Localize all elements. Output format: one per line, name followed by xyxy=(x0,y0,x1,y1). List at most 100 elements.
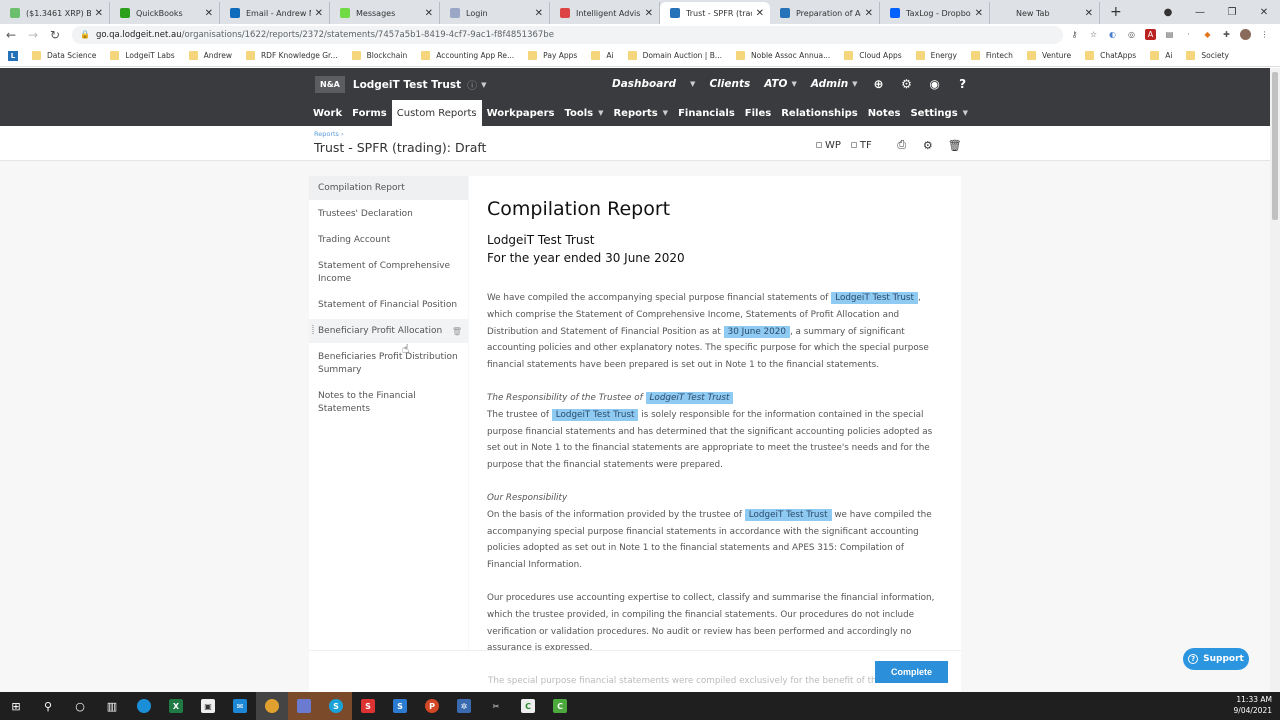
close-tab-icon[interactable]: ✕ xyxy=(95,8,103,19)
sidebar-item-profit-distribution-summary[interactable]: Beneficiaries Profit Distribution Summar… xyxy=(309,345,468,381)
bookmark-item[interactable]: RDF Knowledge Gr... xyxy=(245,51,338,60)
camtasia-icon[interactable]: C xyxy=(512,692,544,720)
nav-ato[interactable]: ATO ▼ xyxy=(764,78,797,90)
reload-button[interactable]: ↻ xyxy=(44,28,66,42)
browser-tab[interactable]: New Tab ✕ xyxy=(990,2,1100,24)
print-icon[interactable]: ⎙ xyxy=(896,138,908,152)
mail-icon[interactable]: ✉ xyxy=(224,692,256,720)
nav-notes[interactable]: Notes xyxy=(863,100,906,126)
nav-dashboard[interactable]: Dashboard ▼ xyxy=(612,78,695,90)
pdf-extension-icon[interactable]: A xyxy=(1145,29,1156,40)
nav-admin[interactable]: Admin ▼ xyxy=(811,78,858,90)
bookmark-item[interactable]: Andrew xyxy=(188,51,232,60)
browser-tab[interactable]: Login ✕ xyxy=(440,2,550,24)
nav-forms[interactable]: Forms xyxy=(347,100,392,126)
entity-placeholder[interactable]: LodgeiT Test Trust xyxy=(645,392,734,404)
key-icon[interactable]: ⚷ xyxy=(1069,29,1080,40)
cortana-icon[interactable]: ○ xyxy=(64,692,96,720)
bookmark-item[interactable]: Cloud Apps xyxy=(844,51,902,60)
nav-tools[interactable]: Tools ▼ xyxy=(559,100,608,126)
restore-button[interactable]: ❐ xyxy=(1216,7,1248,18)
excel-icon[interactable]: X xyxy=(160,692,192,720)
nav-relationships[interactable]: Relationships xyxy=(776,100,862,126)
bookmark-item[interactable]: Pay Apps xyxy=(528,51,577,60)
bookmark-item[interactable]: Ai xyxy=(591,51,614,60)
browser-tab[interactable]: QuickBooks ✕ xyxy=(110,2,220,24)
app-icon[interactable]: ✲ xyxy=(448,692,480,720)
nav-clients[interactable]: Clients xyxy=(709,78,750,90)
extension-icon[interactable]: ◎ xyxy=(1126,29,1137,40)
bookmark-item[interactable]: Blockchain xyxy=(351,51,407,60)
system-clock[interactable]: 11:33 AM 9/04/2021 xyxy=(1234,694,1272,716)
windows-start-icon[interactable]: ⊞ xyxy=(0,692,32,720)
breadcrumb[interactable]: Reports › xyxy=(314,130,344,138)
sidebar-item-compilation-report[interactable]: Compilation Report xyxy=(309,176,468,200)
new-tab-button[interactable]: + xyxy=(1110,4,1122,20)
bookmark-item[interactable]: Energy xyxy=(915,51,957,60)
nav-files[interactable]: Files xyxy=(740,100,776,126)
date-placeholder[interactable]: 30 June 2020 xyxy=(723,325,790,338)
app-icon[interactable] xyxy=(288,692,320,720)
edge-icon[interactable] xyxy=(128,692,160,720)
close-tab-icon[interactable]: ✕ xyxy=(756,8,764,19)
sidebar-item-trustees-declaration[interactable]: Trustees' Declaration xyxy=(309,202,468,226)
app-s-red-icon[interactable]: S xyxy=(352,692,384,720)
browser-tab[interactable]: TaxLog - Dropbox ✕ xyxy=(880,2,990,24)
bookmark-item[interactable]: Fintech xyxy=(970,51,1013,60)
extension-icon[interactable]: · xyxy=(1183,29,1194,40)
chrome-icon[interactable] xyxy=(256,692,288,720)
camtasia-recorder-icon[interactable]: C xyxy=(544,692,576,720)
task-view-icon[interactable]: ▥ xyxy=(96,692,128,720)
close-tab-icon[interactable]: ✕ xyxy=(425,8,433,19)
chevron-down-icon[interactable]: ▼ xyxy=(690,80,695,88)
sidebar-item-trading-account[interactable]: Trading Account xyxy=(309,228,468,252)
sidebar-item-financial-position[interactable]: Statement of Financial Position xyxy=(309,293,468,317)
extension-icon[interactable]: ◐ xyxy=(1107,29,1118,40)
url-input[interactable]: 🔒 go.qa.lodgeit.net.au/organisations/162… xyxy=(72,25,1063,44)
close-tab-icon[interactable]: ✕ xyxy=(1085,8,1093,19)
app-s-blue-icon[interactable]: S xyxy=(384,692,416,720)
close-tab-icon[interactable]: ✕ xyxy=(535,8,543,19)
page-scrollbar[interactable] xyxy=(1270,68,1280,692)
browser-tab[interactable]: Email - Andrew No... ✕ xyxy=(220,2,330,24)
metamask-icon[interactable]: ◆ xyxy=(1202,29,1213,40)
star-icon[interactable]: ☆ xyxy=(1088,29,1099,40)
user-avatar[interactable] xyxy=(1240,29,1251,40)
bookmark-item[interactable]: Accounting App Re... xyxy=(421,51,514,60)
trash-icon[interactable]: 🗑 xyxy=(452,325,462,338)
add-icon[interactable]: ⊕ xyxy=(872,77,886,91)
close-tab-icon[interactable]: ✕ xyxy=(865,8,873,19)
lodgeit-bookmark[interactable]: L xyxy=(8,50,18,61)
bookmark-item[interactable]: Society xyxy=(1186,51,1229,60)
browser-tab[interactable]: Intelligent Adviso... ✕ xyxy=(550,2,660,24)
support-button[interactable]: ? Support xyxy=(1183,648,1249,670)
bookmark-item[interactable]: Domain Auction | B... xyxy=(627,51,722,60)
trash-icon[interactable]: 🗑 xyxy=(948,139,962,152)
close-tab-icon[interactable]: ✕ xyxy=(205,8,213,19)
close-tab-icon[interactable]: ✕ xyxy=(645,8,653,19)
skype-icon[interactable]: S xyxy=(320,692,352,720)
help-icon[interactable]: ? xyxy=(956,77,970,91)
complete-button[interactable]: Complete xyxy=(875,661,948,683)
gear-icon[interactable]: ⚙ xyxy=(900,77,914,91)
org-switcher[interactable]: N&A LodgeiT Test Trust ⓘ ▼ xyxy=(315,76,487,93)
entity-placeholder[interactable]: LodgeiT Test Trust xyxy=(831,292,918,304)
nav-settings[interactable]: Settings ▼ xyxy=(905,100,973,126)
browser-tab[interactable]: Preparation of Acti... ✕ xyxy=(770,2,880,24)
nav-work[interactable]: Work xyxy=(308,100,347,126)
search-icon[interactable]: ⚲ xyxy=(32,692,64,720)
back-button[interactable]: ← xyxy=(0,28,22,42)
nav-custom-reports[interactable]: Custom Reports xyxy=(391,100,482,126)
entity-placeholder[interactable]: LodgeiT Test Trust xyxy=(551,408,639,421)
bookmark-item[interactable]: Data Science xyxy=(32,51,96,60)
bookmark-item[interactable]: Ai xyxy=(1150,51,1172,60)
bookmark-item[interactable]: Noble Assoc Annua... xyxy=(736,51,830,60)
gear-icon[interactable]: ⚙ xyxy=(922,139,934,152)
user-icon[interactable]: ◉ xyxy=(928,77,942,91)
close-tab-icon[interactable]: ✕ xyxy=(975,8,983,19)
store-icon[interactable]: ▣ xyxy=(192,692,224,720)
info-icon[interactable]: ⓘ xyxy=(467,77,477,92)
extension-icon[interactable]: ▤ xyxy=(1164,29,1175,40)
browser-tab[interactable]: ($1.3461 XRP) Buy... ✕ xyxy=(0,2,110,24)
browser-tab[interactable]: Trust - SPFR (tradin... ✕ xyxy=(660,2,770,24)
